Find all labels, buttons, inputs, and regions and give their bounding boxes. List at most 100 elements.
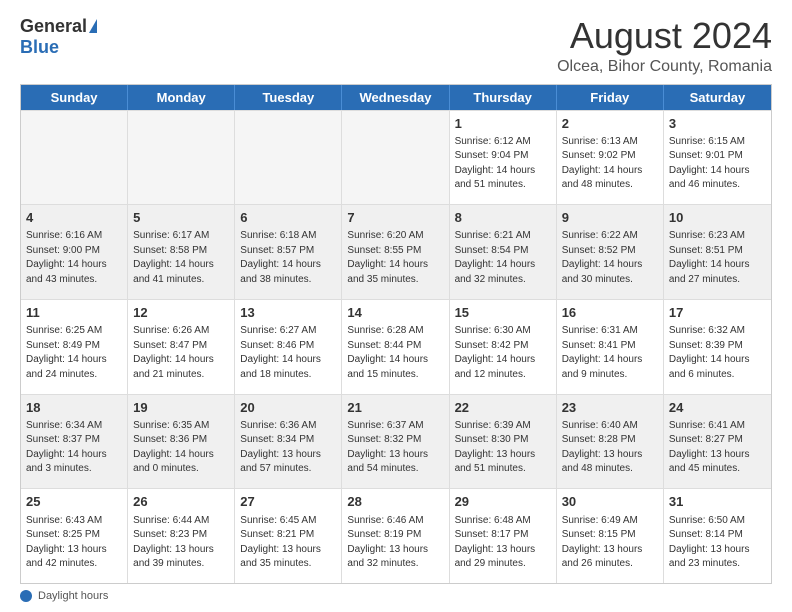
cell-info: Sunrise: 6:50 AMSunset: 8:14 PMDaylight:…: [669, 514, 766, 572]
cell-info: Sunrise: 6:34 AMSunset: 8:37 PMDaylight:…: [26, 419, 122, 477]
day-number: 13: [240, 304, 336, 322]
day-number: 5: [133, 209, 229, 227]
day-number: 17: [669, 304, 766, 322]
cell-info: Sunrise: 6:23 AMSunset: 8:51 PMDaylight:…: [669, 229, 766, 287]
calendar-cell: 29 Sunrise: 6:48 AMSunset: 8:17 PMDayligh…: [450, 489, 557, 583]
cell-info: Sunrise: 6:16 AMSunset: 9:00 PMDaylight:…: [26, 229, 122, 287]
calendar-cell: 10 Sunrise: 6:23 AMSunset: 8:51 PMDayligh…: [664, 205, 771, 299]
day-number: 8: [455, 209, 551, 227]
calendar-header-day: Sunday: [21, 85, 128, 110]
day-number: 4: [26, 209, 122, 227]
cell-info: Sunrise: 6:18 AMSunset: 8:57 PMDaylight:…: [240, 229, 336, 287]
calendar-week-row: 4 Sunrise: 6:16 AMSunset: 9:00 PMDaylight…: [21, 204, 771, 299]
calendar-body: 1 Sunrise: 6:12 AMSunset: 9:04 PMDaylight…: [21, 110, 771, 583]
calendar-week-row: 25Sunrise: 6:43 AMSunset: 8:25 PMDayligh…: [21, 488, 771, 583]
cell-info: Sunrise: 6:27 AMSunset: 8:46 PMDaylight:…: [240, 324, 336, 382]
cell-info: Sunrise: 6:13 AMSunset: 9:02 PMDaylight:…: [562, 135, 658, 193]
calendar-cell: 18 Sunrise: 6:34 AMSunset: 8:37 PMDayligh…: [21, 395, 128, 489]
calendar-header-day: Wednesday: [342, 85, 449, 110]
day-number: 19: [133, 399, 229, 417]
calendar-cell: 31 Sunrise: 6:50 AMSunset: 8:14 PMDayligh…: [664, 489, 771, 583]
calendar-cell: 2 Sunrise: 6:13 AMSunset: 9:02 PMDaylight…: [557, 111, 664, 205]
calendar-cell: 7Sunrise: 6:20 AMSunset: 8:55 PMDaylight…: [342, 205, 449, 299]
cell-info: Sunrise: 6:35 AMSunset: 8:36 PMDaylight:…: [133, 419, 229, 477]
day-number: 18: [26, 399, 122, 417]
day-number: 24: [669, 399, 766, 417]
calendar-header-day: Saturday: [664, 85, 771, 110]
cell-info: Sunrise: 6:28 AMSunset: 8:44 PMDaylight:…: [347, 324, 443, 382]
logo-triangle-icon: [89, 19, 97, 33]
cell-info: Sunrise: 6:12 AMSunset: 9:04 PMDaylight:…: [455, 135, 551, 193]
calendar-week-row: 18 Sunrise: 6:34 AMSunset: 8:37 PMDayligh…: [21, 394, 771, 489]
cell-info: Sunrise: 6:41 AMSunset: 8:27 PMDaylight:…: [669, 419, 766, 477]
calendar-cell: 22Sunrise: 6:39 AMSunset: 8:30 PMDayligh…: [450, 395, 557, 489]
calendar-cell: 30Sunrise: 6:49 AMSunset: 8:15 PMDayligh…: [557, 489, 664, 583]
calendar-cell: 5 Sunrise: 6:17 AMSunset: 8:58 PMDaylight…: [128, 205, 235, 299]
cell-info: Sunrise: 6:26 AMSunset: 8:47 PMDaylight:…: [133, 324, 229, 382]
day-number: 12: [133, 304, 229, 322]
day-number: 15: [455, 304, 551, 322]
day-number: 25: [26, 493, 122, 511]
calendar-header-day: Thursday: [450, 85, 557, 110]
day-number: 9: [562, 209, 658, 227]
day-number: 27: [240, 493, 336, 511]
calendar-cell: [342, 111, 449, 205]
daylight-icon: [20, 590, 32, 602]
calendar-cell: [235, 111, 342, 205]
calendar-cell: 15 Sunrise: 6:30 AMSunset: 8:42 PMDayligh…: [450, 300, 557, 394]
calendar-cell: 17 Sunrise: 6:32 AMSunset: 8:39 PMDayligh…: [664, 300, 771, 394]
day-number: 16: [562, 304, 658, 322]
day-number: 23: [562, 399, 658, 417]
calendar: SundayMondayTuesdayWednesdayThursdayFrid…: [20, 84, 772, 584]
day-number: 26: [133, 493, 229, 511]
calendar-header: SundayMondayTuesdayWednesdayThursdayFrid…: [21, 85, 771, 110]
calendar-cell: 16Sunrise: 6:31 AMSunset: 8:41 PMDayligh…: [557, 300, 664, 394]
cell-info: Sunrise: 6:30 AMSunset: 8:42 PMDaylight:…: [455, 324, 551, 382]
calendar-header-day: Monday: [128, 85, 235, 110]
cell-info: Sunrise: 6:20 AMSunset: 8:55 PMDaylight:…: [347, 229, 443, 287]
day-number: 20: [240, 399, 336, 417]
cell-info: Sunrise: 6:25 AMSunset: 8:49 PMDaylight:…: [26, 324, 122, 382]
day-number: 1: [455, 115, 551, 133]
calendar-week-row: 1 Sunrise: 6:12 AMSunset: 9:04 PMDaylight…: [21, 110, 771, 205]
cell-info: Sunrise: 6:32 AMSunset: 8:39 PMDaylight:…: [669, 324, 766, 382]
calendar-header-day: Tuesday: [235, 85, 342, 110]
cell-info: Sunrise: 6:39 AMSunset: 8:30 PMDaylight:…: [455, 419, 551, 477]
calendar-cell: 20Sunrise: 6:36 AMSunset: 8:34 PMDayligh…: [235, 395, 342, 489]
calendar-header-day: Friday: [557, 85, 664, 110]
day-number: 31: [669, 493, 766, 511]
logo: General Blue: [20, 16, 97, 58]
cell-info: Sunrise: 6:15 AMSunset: 9:01 PMDaylight:…: [669, 135, 766, 193]
calendar-cell: 13 Sunrise: 6:27 AMSunset: 8:46 PMDayligh…: [235, 300, 342, 394]
day-number: 10: [669, 209, 766, 227]
calendar-cell: [128, 111, 235, 205]
daylight-label: Daylight hours: [38, 590, 108, 602]
footer: Daylight hours: [20, 590, 772, 602]
calendar-cell: 1 Sunrise: 6:12 AMSunset: 9:04 PMDaylight…: [450, 111, 557, 205]
subtitle: Olcea, Bihor County, Romania: [557, 58, 772, 76]
page: General Blue August 2024 Olcea, Bihor Co…: [0, 0, 792, 612]
calendar-week-row: 11Sunrise: 6:25 AMSunset: 8:49 PMDayligh…: [21, 299, 771, 394]
cell-info: Sunrise: 6:48 AMSunset: 8:17 PMDaylight:…: [455, 514, 551, 572]
calendar-cell: [21, 111, 128, 205]
calendar-cell: 3 Sunrise: 6:15 AMSunset: 9:01 PMDaylight…: [664, 111, 771, 205]
calendar-cell: 6Sunrise: 6:18 AMSunset: 8:57 PMDaylight…: [235, 205, 342, 299]
calendar-cell: 19 Sunrise: 6:35 AMSunset: 8:36 PMDayligh…: [128, 395, 235, 489]
cell-info: Sunrise: 6:17 AMSunset: 8:58 PMDaylight:…: [133, 229, 229, 287]
calendar-cell: 21 Sunrise: 6:37 AMSunset: 8:32 PMDayligh…: [342, 395, 449, 489]
day-number: 29: [455, 493, 551, 511]
day-number: 28: [347, 493, 443, 511]
calendar-cell: 23Sunrise: 6:40 AMSunset: 8:28 PMDayligh…: [557, 395, 664, 489]
header: General Blue August 2024 Olcea, Bihor Co…: [20, 16, 772, 76]
logo-general-text: General: [20, 16, 87, 37]
title-section: August 2024 Olcea, Bihor County, Romania: [557, 16, 772, 76]
calendar-cell: 9 Sunrise: 6:22 AMSunset: 8:52 PMDaylight…: [557, 205, 664, 299]
day-number: 21: [347, 399, 443, 417]
day-number: 2: [562, 115, 658, 133]
cell-info: Sunrise: 6:37 AMSunset: 8:32 PMDaylight:…: [347, 419, 443, 477]
cell-info: Sunrise: 6:21 AMSunset: 8:54 PMDaylight:…: [455, 229, 551, 287]
cell-info: Sunrise: 6:46 AMSunset: 8:19 PMDaylight:…: [347, 514, 443, 572]
cell-info: Sunrise: 6:22 AMSunset: 8:52 PMDaylight:…: [562, 229, 658, 287]
day-number: 3: [669, 115, 766, 133]
calendar-cell: 28 Sunrise: 6:46 AMSunset: 8:19 PMDayligh…: [342, 489, 449, 583]
